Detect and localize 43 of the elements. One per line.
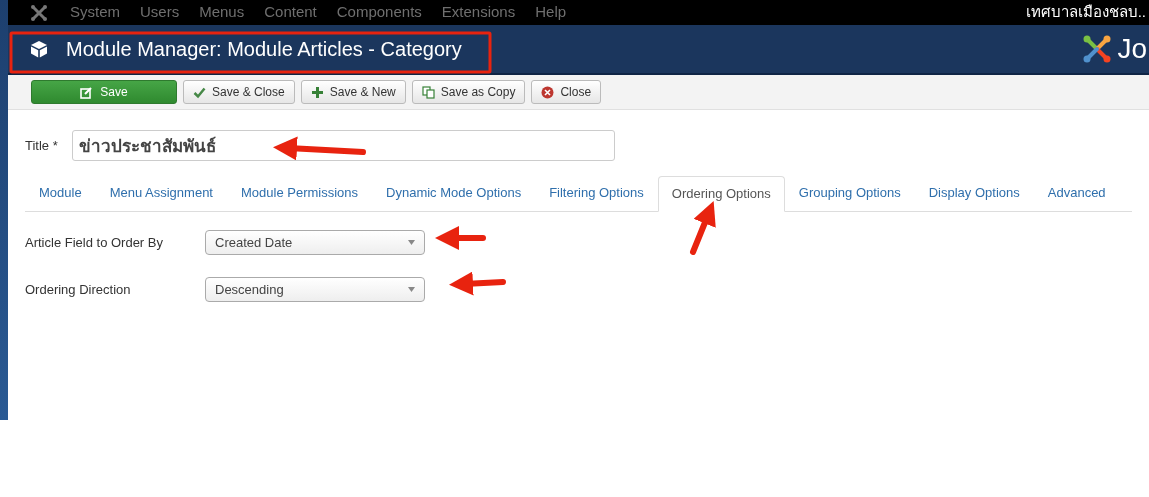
- tab[interactable]: Module: [25, 175, 96, 211]
- menu-item[interactable]: Menus: [199, 1, 245, 24]
- caret-icon: [408, 240, 415, 245]
- field-label: Ordering Direction: [25, 280, 132, 299]
- check-icon: [193, 85, 206, 99]
- logo-text: Jo: [1117, 32, 1147, 66]
- tab[interactable]: Advanced: [1033, 175, 1120, 211]
- tab[interactable]: Display Options: [914, 175, 1034, 211]
- logo-icon[interactable]: [30, 3, 48, 22]
- menu-item[interactable]: Help: [535, 1, 567, 24]
- cube-icon: [30, 40, 48, 58]
- tab[interactable]: Module Permissions: [227, 175, 373, 211]
- plus-icon: [310, 85, 324, 99]
- annotation-arrow: [435, 226, 486, 250]
- dropdown[interactable]: Descending: [205, 277, 425, 302]
- annotation-arrow: [690, 201, 716, 255]
- menu-item[interactable]: Users: [140, 1, 180, 24]
- edit-icon: [80, 85, 94, 99]
- tab[interactable]: Filtering Options: [535, 175, 658, 211]
- field-label: Article Field to Order By: [25, 233, 164, 252]
- copy-icon: [421, 85, 435, 99]
- caret-icon: [408, 287, 415, 292]
- tab[interactable]: Ordering Options: [657, 176, 785, 212]
- toolbar-button[interactable]: Save: [31, 80, 177, 104]
- close-icon: [541, 85, 555, 99]
- page-title: Module Manager: Module Articles - Category: [66, 38, 462, 60]
- annotation-arrow: [449, 271, 506, 296]
- field-label: Title *: [25, 136, 59, 155]
- tab[interactable]: Menu Assignment: [95, 175, 227, 211]
- toolbar-button[interactable]: Save & Close: [183, 80, 295, 104]
- tab[interactable]: Grouping Options: [784, 175, 915, 211]
- menu-item[interactable]: Content: [264, 1, 317, 24]
- title-field[interactable]: ข่าวประชาสัมพันธ์: [72, 130, 615, 161]
- user-menu[interactable]: เทศบาลเมืองชลบ..: [1025, 1, 1149, 24]
- toolbar-button[interactable]: Close: [531, 80, 602, 104]
- toolbar-button[interactable]: Save as Copy: [411, 80, 526, 104]
- menu-item[interactable]: System: [70, 1, 120, 24]
- menu-item[interactable]: Extensions: [441, 1, 516, 24]
- menu-item[interactable]: Components: [336, 1, 422, 24]
- dropdown[interactable]: Created Date: [205, 230, 425, 255]
- toolbar-button[interactable]: Save & New: [300, 80, 406, 104]
- logo-icon: [1083, 35, 1112, 63]
- tab[interactable]: Dynamic Mode Options: [372, 175, 536, 211]
